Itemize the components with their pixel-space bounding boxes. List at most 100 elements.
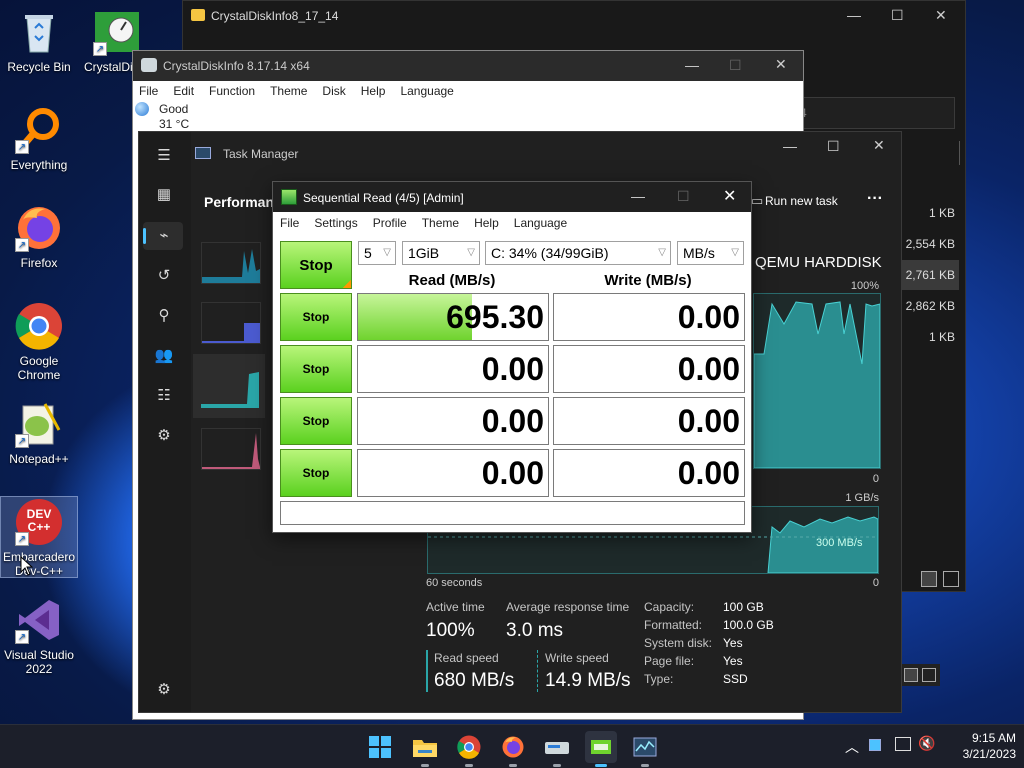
processes-icon[interactable]: ▦ [153,183,175,205]
task-manager-icon [195,147,211,159]
run-new-task-label: Run new task [765,194,838,208]
menu-file[interactable]: File [139,84,158,98]
corner-triangle [343,280,351,288]
maximize-button[interactable]: ☐ [677,188,690,205]
perf-thumb-memory[interactable] [201,302,261,344]
desktop-icon-visual-studio[interactable]: ↗ Visual Studio 2022 [0,596,78,676]
test-count-select[interactable]: 5 ▽ [358,241,396,265]
system-tray-app-icon[interactable] [869,739,881,751]
tiles-view-icon[interactable] [922,668,936,682]
devcpp-icon: DEV C++ ↗ [15,498,63,546]
desktop-icon-recycle-bin[interactable]: Recycle Bin [0,8,78,74]
close-button[interactable]: ✕ [775,56,787,73]
maximize-button[interactable]: ☐ [827,138,840,155]
desktop-icon-firefox[interactable]: ↗ Firefox [0,204,78,270]
row1-stop-button[interactable]: Stop [280,293,352,341]
menu-theme[interactable]: Theme [422,216,459,230]
health-status-icon[interactable] [135,102,149,116]
perf-thumb-network[interactable] [201,428,261,470]
minimize-button[interactable]: — [783,138,797,154]
menu-help[interactable]: Help [361,84,386,98]
maximize-button[interactable]: ☐ [729,57,742,74]
users-icon[interactable]: 👥 [153,344,175,366]
active-time-label: Active time [426,600,485,614]
page-file-label: Page file: [644,654,695,668]
unit-select[interactable]: MB/s ▽ [677,241,744,265]
clock-date[interactable]: 3/21/2023 [944,747,1016,761]
system-disk-label: System disk: [644,636,713,650]
write-speed-label: Write speed [545,651,609,665]
startup-apps-icon[interactable]: ⚲ [153,304,175,326]
volume-muted-icon[interactable]: 🔇 [918,735,935,752]
desktop-icon-notepadpp[interactable]: ↗ Notepad++ [0,400,78,466]
settings-icon[interactable]: ⚙ [153,678,175,700]
crystaldiskinfo-taskbar-icon[interactable] [541,731,573,767]
menu-language[interactable]: Language [400,84,453,98]
read-speed-label: Read speed [434,651,499,665]
crystaldiskmark-window: Sequential Read (4/5) [Admin] — ☐ ✕ File… [272,181,752,533]
details-icon[interactable]: ☷ [153,384,175,406]
menu-function[interactable]: Function [209,84,255,98]
details-view-icon[interactable] [904,668,918,682]
perf-thumb-cpu[interactable] [201,242,261,284]
close-button[interactable]: ✕ [723,186,736,206]
close-button[interactable]: ✕ [935,7,947,24]
details-view-icon[interactable] [921,571,937,587]
menu-file[interactable]: File [280,216,299,230]
chevron-up-icon[interactable]: ︿ [845,737,859,757]
maximize-button[interactable]: ☐ [891,7,904,24]
graph2-max-label: 1 GB/s [845,492,879,504]
performance-icon[interactable]: ⌁ [153,224,175,246]
minimize-button[interactable]: — [847,7,861,23]
desktop-icon-label: Recycle Bin [7,60,71,74]
comment-field[interactable] [280,501,745,525]
explorer-search-box[interactable]: 4 [793,97,955,129]
task-manager-taskbar-icon[interactable] [629,731,661,767]
chevron-down-icon: ▽ [467,247,475,258]
desktop-icon-everything[interactable]: ↗ Everything [0,106,78,172]
formatted-label: Formatted: [644,618,703,632]
all-stop-button[interactable]: Stop [280,241,352,289]
firefox-icon[interactable] [497,731,529,767]
run-new-task-button[interactable]: ▭ Run new task [751,193,839,210]
graph1-min-label: 0 [872,473,879,485]
app-history-icon[interactable]: ↺ [153,264,175,286]
explorer-divider [959,141,960,165]
network-icon[interactable] [895,737,911,751]
row4-stop-button[interactable]: Stop [280,449,352,497]
desktop-icon-devcpp[interactable]: DEV C++ ↗ Embarcadero Dev-C++ [0,498,78,578]
close-button[interactable]: ✕ [873,137,885,154]
menu-help[interactable]: Help [474,216,499,230]
menu-edit[interactable]: Edit [173,84,194,98]
chevron-down-icon: ▽ [731,247,739,258]
test-size-select[interactable]: 1GiB ▽ [402,241,480,265]
menu-disk[interactable]: Disk [322,84,345,98]
file-explorer-icon[interactable] [409,731,441,767]
read-header: Read (MB/s) [408,272,496,289]
crystaldiskmark-taskbar-icon[interactable] [585,731,617,767]
desktop-icon-google-chrome[interactable]: Google Chrome [0,302,78,382]
menu-settings[interactable]: Settings [314,216,357,230]
system-disk-value: Yes [723,636,743,650]
row1-write-value: 0.00 [553,293,745,341]
row3-stop-button[interactable]: Stop [280,397,352,445]
test-count-value: 5 [364,245,372,261]
tm-sidebar [139,132,191,712]
hamburger-menu-icon[interactable]: ☰ [153,144,175,166]
test-size-value: 1GiB [408,245,440,261]
minimize-button[interactable]: — [631,188,645,204]
services-icon[interactable]: ⚙ [153,424,175,446]
windows-start-icon[interactable] [364,731,396,763]
tiles-view-icon[interactable] [943,571,959,587]
menu-language[interactable]: Language [514,216,567,230]
more-options-icon[interactable]: ··· [867,190,883,208]
row2-stop-button[interactable]: Stop [280,345,352,393]
clock-time[interactable]: 9:15 AM [944,731,1016,745]
file-size: 2,761 KB [905,268,955,282]
chrome-icon[interactable] [453,731,485,767]
menu-profile[interactable]: Profile [373,216,407,230]
menu-theme[interactable]: Theme [270,84,307,98]
minimize-button[interactable]: — [685,57,699,73]
drive-select[interactable]: C: 34% (34/99GiB) ▽ [485,241,671,265]
perf-thumb-disk-selected[interactable] [193,354,265,418]
